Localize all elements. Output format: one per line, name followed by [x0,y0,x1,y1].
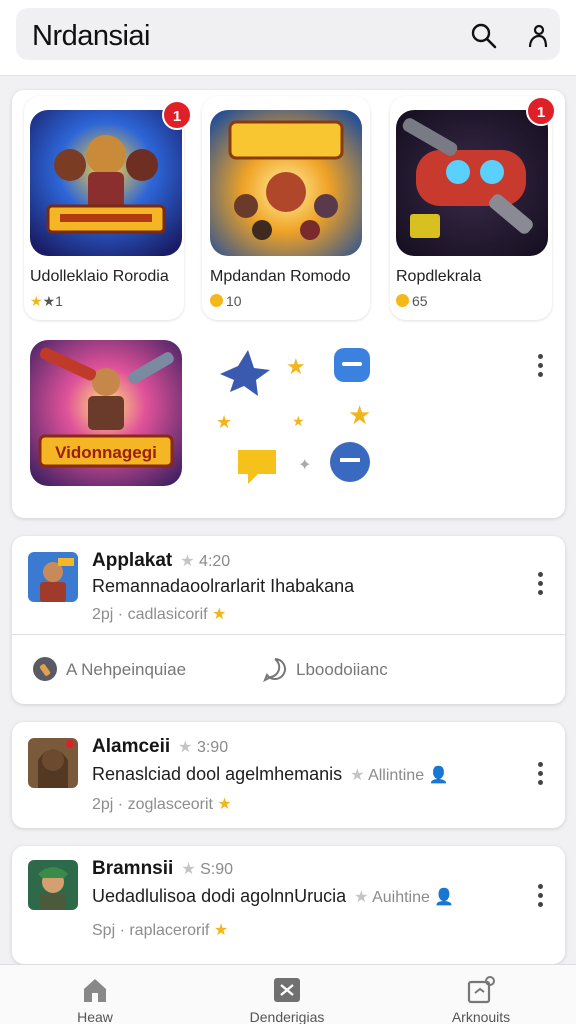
post-time: 4:20 [199,553,231,570]
search-icon[interactable] [470,22,498,50]
post-text: Uedadlulisoa dodi agolnnUrucia ★ Auihtine… [92,886,455,906]
game-name: Udolleklaio Rorodia [30,268,169,285]
game-name: Ropdlekrala [396,268,482,285]
like-button[interactable]: A Nehpeinquiae [32,656,186,682]
post-subtitle: 2pj · cadlasicorif ★ [92,606,227,623]
star-icon: ★ [213,922,229,939]
game-rating: 10 [210,293,242,309]
post-text: Remannadaoolrarlarit Ihabakana [92,576,355,596]
post-text: Renaslciad dool agelmhemanis ★ Allintine … [92,764,449,784]
star-icon: ★ [216,412,232,432]
close-box-icon [274,978,300,1002]
search-bar[interactable]: Nrdansiai [16,8,560,60]
notification-box-icon [467,976,495,1004]
star-icon: ★ [217,796,232,813]
post-time: S:90 [200,861,234,878]
star-icon: ★ [30,293,43,309]
notification-badge: 1 [162,100,192,130]
more-options-icon[interactable] [534,572,546,600]
coin-icon [210,294,223,307]
game-rating: 65 [396,293,428,309]
game-rating: ★★1 [30,293,63,309]
nav-item-denderigias[interactable]: Denderigias [212,975,362,1024]
bottom-navigation: Heaw Denderigias Arknouits [0,964,576,1024]
avatar [28,552,78,602]
post-title: Alamceii ★ 3:90 [92,736,229,757]
star-icon: ★ [348,400,371,430]
avatar [28,860,78,910]
star-icon: ★ [178,739,193,756]
post-card: Applakat ★ 4:20 Remannadaoolrarlarit Ihab… [12,536,565,704]
star-icon: ★ [350,767,365,784]
notification-badge: 1 [526,96,556,126]
game-art[interactable]: Vidonnagegi [30,340,182,486]
post-subtitle: Spj · raplacerorif ★ [92,922,229,939]
user-icon: 👤 [428,767,449,784]
coin-icon [396,294,409,307]
game-art [30,110,182,256]
home-icon [84,979,106,1002]
star-icon: ★ [180,553,195,570]
more-options-icon[interactable] [534,354,546,382]
game-art-text: Vidonnagegi [55,443,157,462]
post-card: Alamceii ★ 3:90 Renaslciad dool agelmhema… [12,722,565,828]
post-time: 3:90 [196,739,229,756]
more-options-icon[interactable] [534,762,546,790]
post-title: Applakat ★ 4:20 [92,550,231,571]
nav-item-arknouits[interactable]: Arknouits [406,975,556,1024]
more-options-icon[interactable] [534,884,546,912]
game-name: Mpdandan Romodo [210,268,351,285]
star-icon: ★ [212,606,227,623]
star-icon: ★ [286,354,306,379]
post-subtitle: 2pj · zoglasceorit ★ [92,796,232,813]
nav-item-home[interactable]: Heaw [20,975,170,1024]
app-title: Nrdansiai [32,20,151,52]
svg-text:✦: ✦ [298,457,311,474]
star-icon: ★ [354,889,369,906]
sticker-cluster: ★ ★ ★ ★ ✦ [202,340,392,500]
star-icon: ★ [292,413,305,429]
star-icon: ★ [181,861,196,878]
reaction-icon [33,657,57,681]
user-icon: 👤 [434,889,455,906]
game-tile[interactable]: Ropdlekrala 65 [390,96,552,320]
top-bar: Nrdansiai [0,0,576,76]
game-tile[interactable]: Udolleklaio Rorodia ★★1 [24,96,184,320]
post-title: Bramnsii ★ S:90 [92,858,234,879]
game-art [396,110,548,256]
featured-games-card: Udolleklaio Rorodia ★★1 1 Mpdandan Romod… [12,90,565,518]
comment-button[interactable]: Lboodoiianc [262,656,388,683]
divider [12,634,565,635]
avatar [28,738,78,788]
account-icon[interactable] [524,22,552,50]
comment-icon [263,658,286,683]
post-card: Bramnsii ★ S:90 Uedadlulisoa dodi agolnnU… [12,846,565,964]
game-tile[interactable]: Mpdandan Romodo 10 [202,96,370,320]
game-art [210,110,362,256]
